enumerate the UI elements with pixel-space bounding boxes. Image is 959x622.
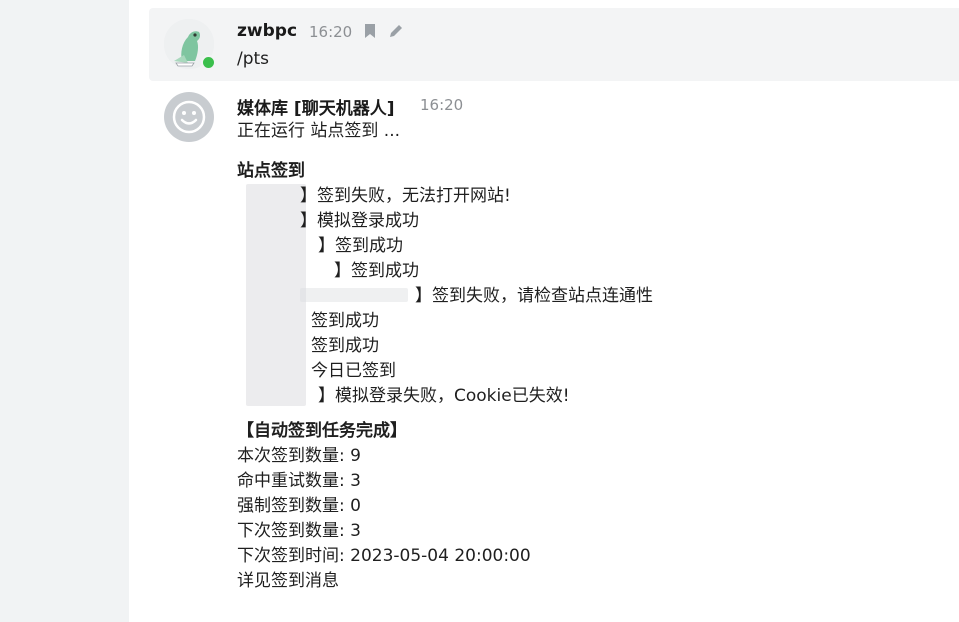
smiley-face-icon (172, 100, 206, 134)
summary-line: 本次签到数量: 9 (237, 446, 361, 466)
summary-line: 详见签到消息 (237, 571, 339, 591)
user-message-highlight (149, 8, 959, 81)
site-result: 】签到成功 (334, 261, 419, 281)
site-result: 签到成功 (311, 311, 379, 331)
site-result: 今日已签到 (311, 361, 396, 381)
user-avatar[interactable] (164, 19, 216, 70)
summary-line: 下次签到数量: 3 (237, 521, 361, 541)
left-sidebar (0, 0, 129, 622)
user-author-name[interactable]: zwbpc (237, 21, 297, 41)
summary-line: 命中重试数量: 3 (237, 471, 361, 491)
user-message-text: /pts (237, 49, 270, 69)
redacted-site-names (246, 184, 306, 406)
pencil-icon[interactable] (388, 23, 404, 39)
summary-title: 【自动签到任务完成】 (237, 421, 407, 441)
site-result: 签到成功 (311, 336, 379, 356)
summary-line: 强制签到数量: 0 (237, 496, 361, 516)
bot-message-time: 16:20 (420, 96, 464, 114)
running-status-text: 正在运行 站点签到 ... (237, 121, 401, 141)
bookmark-icon[interactable] (362, 23, 378, 39)
user-message-time: 16:20 (309, 23, 353, 41)
site-result: 】签到成功 (318, 236, 403, 256)
site-result: 】模拟登录失败，Cookie已失效! (318, 386, 570, 406)
chat-window: zwbpc 16:20 /pts 媒体库 [聊天机器人] 16:20 正在运行 … (0, 0, 959, 622)
site-result: 】签到失败，无法打开网站! (300, 186, 511, 206)
summary-line: 下次签到时间: 2023-05-04 20:00:00 (237, 546, 531, 566)
online-status-icon (201, 55, 216, 70)
section-title: 站点签到 (237, 161, 305, 181)
site-result: 】模拟登录成功 (300, 211, 419, 231)
bot-author-name[interactable]: 媒体库 [聊天机器人] (237, 94, 394, 119)
redacted-site-name (300, 288, 408, 302)
bot-avatar[interactable] (164, 92, 214, 142)
site-result: 】签到失败，请检查站点连通性 (415, 286, 653, 306)
